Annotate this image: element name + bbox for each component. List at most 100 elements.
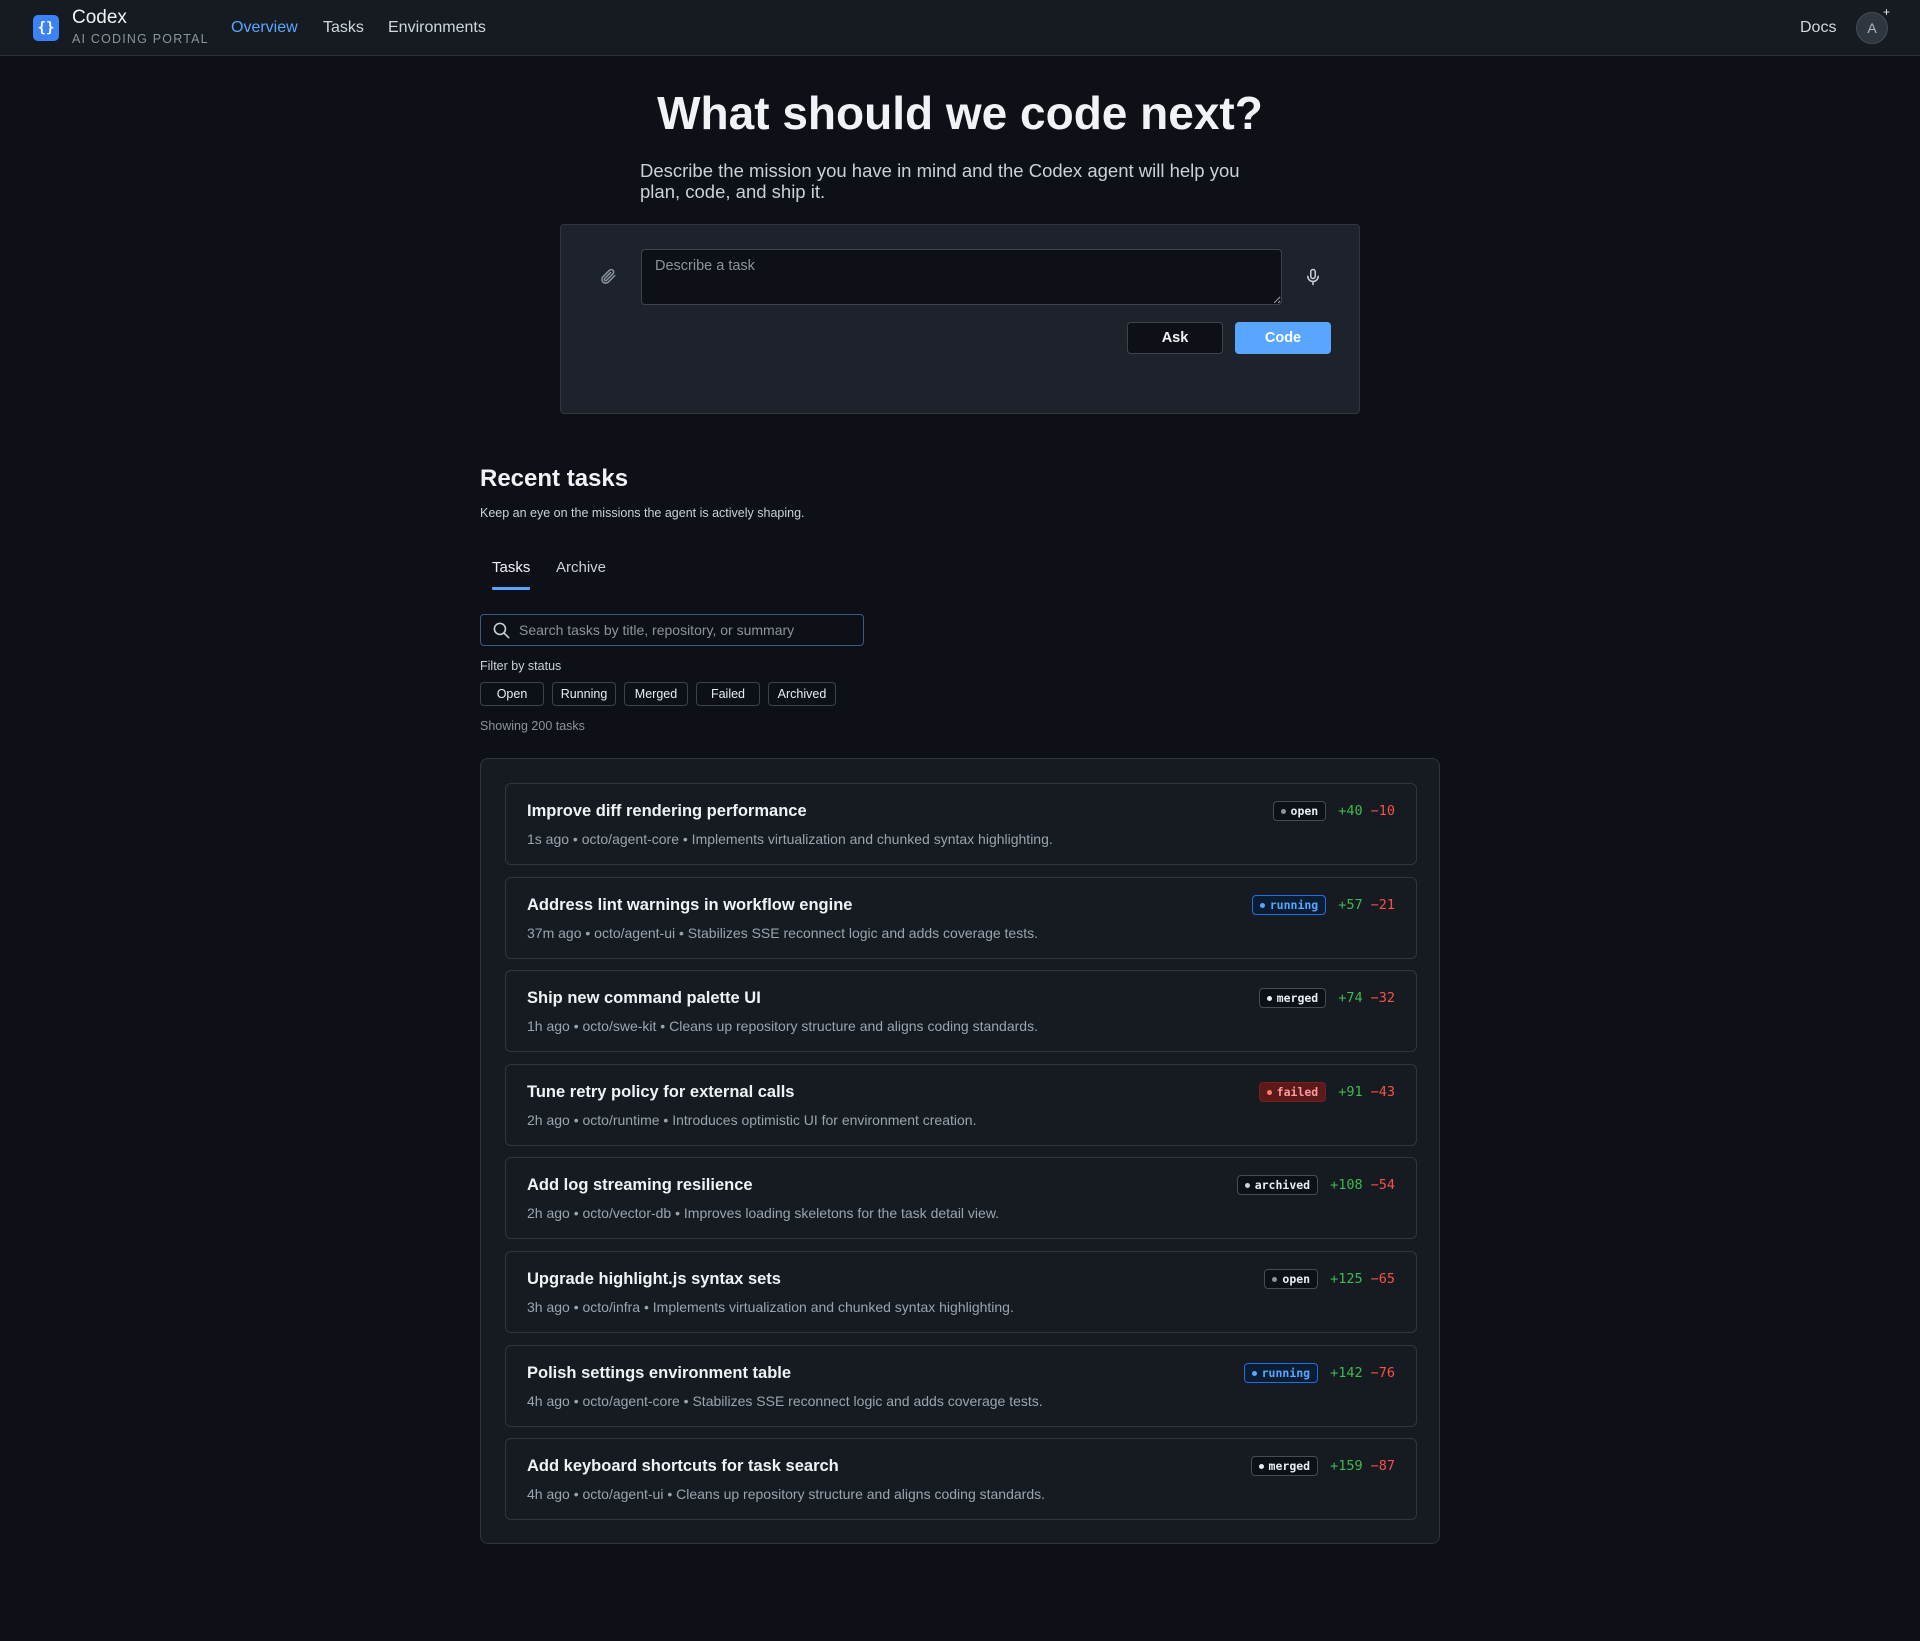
task-description-input[interactable]	[641, 249, 1282, 305]
codex-logo-icon[interactable]: {}	[33, 15, 59, 41]
active-tab-indicator	[492, 587, 530, 590]
status-badge: merged	[1258, 988, 1327, 1008]
task-card[interactable]: Add log streaming resilience 2h ago • oc…	[505, 1157, 1417, 1239]
status-badge: running	[1251, 895, 1327, 915]
task-search-input[interactable]	[519, 615, 859, 645]
diff-stats: +91 −43	[1338, 1084, 1395, 1100]
filter-running-chip[interactable]: Running	[552, 682, 616, 706]
task-list-panel: Improve diff rendering performance 1s ag…	[480, 758, 1440, 1544]
code-button[interactable]: Code	[1235, 322, 1331, 354]
task-title: Add log streaming resilience	[527, 1176, 753, 1194]
status-badge: merged	[1250, 1456, 1319, 1476]
diff-stats: +108 −54	[1330, 1177, 1395, 1193]
status-text: running	[1269, 898, 1319, 912]
task-card[interactable]: Polish settings environment table 4h ago…	[505, 1345, 1417, 1427]
additions: +91	[1338, 1084, 1363, 1100]
status-text: failed	[1276, 1085, 1319, 1099]
task-card[interactable]: Improve diff rendering performance 1s ag…	[505, 783, 1417, 865]
task-meta: 1s ago • octo/agent-core • Implements vi…	[527, 831, 1053, 847]
status-dot-icon	[1258, 1463, 1264, 1469]
microphone-icon[interactable]	[1304, 267, 1322, 287]
recent-tasks-subtitle: Keep an eye on the missions the agent is…	[480, 506, 805, 520]
status-dot-icon	[1259, 902, 1265, 908]
status-dot-icon	[1266, 1089, 1272, 1095]
task-title: Ship new command palette UI	[527, 989, 761, 1007]
diff-stats: +142 −76	[1330, 1365, 1395, 1381]
status-dot-icon	[1266, 995, 1272, 1001]
status-badge: archived	[1236, 1175, 1319, 1195]
task-card[interactable]: Ship new command palette UI 1h ago • oct…	[505, 970, 1417, 1052]
status-badge: running	[1243, 1363, 1319, 1383]
additions: +57	[1338, 897, 1363, 913]
status-text: merged	[1276, 991, 1319, 1005]
filter-failed-chip[interactable]: Failed	[696, 682, 760, 706]
task-card[interactable]: Address lint warnings in workflow engine…	[505, 877, 1417, 959]
filter-open-chip[interactable]: Open	[480, 682, 544, 706]
tab-tasks[interactable]: Tasks	[492, 559, 530, 576]
task-meta: 37m ago • octo/agent-ui • Stabilizes SSE…	[527, 925, 1038, 941]
paperclip-icon[interactable]	[599, 267, 617, 285]
task-card[interactable]: Add keyboard shortcuts for task search 4…	[505, 1438, 1417, 1520]
status-dot-icon	[1272, 1276, 1278, 1282]
deletions: −32	[1370, 990, 1395, 1006]
task-title: Improve diff rendering performance	[527, 802, 807, 820]
avatar-plus-icon: +	[1883, 5, 1891, 19]
nav-environments[interactable]: Environments	[388, 19, 486, 37]
task-title: Add keyboard shortcuts for task search	[527, 1457, 839, 1475]
deletions: −21	[1370, 897, 1395, 913]
additions: +159	[1330, 1458, 1363, 1474]
deletions: −76	[1370, 1365, 1395, 1381]
task-card[interactable]: Tune retry policy for external calls 2h …	[505, 1064, 1417, 1146]
deletions: −54	[1370, 1177, 1395, 1193]
task-title: Tune retry policy for external calls	[527, 1083, 795, 1101]
diff-stats: +125 −65	[1330, 1271, 1395, 1287]
status-badge: open	[1264, 1269, 1319, 1289]
diff-stats: +159 −87	[1330, 1458, 1395, 1474]
task-meta: 1h ago • octo/swe-kit • Cleans up reposi…	[527, 1018, 1038, 1034]
additions: +40	[1338, 803, 1363, 819]
task-card[interactable]: Upgrade highlight.js syntax sets 3h ago …	[505, 1251, 1417, 1333]
tab-archive[interactable]: Archive	[556, 559, 606, 576]
search-icon	[493, 622, 510, 639]
status-dot-icon	[1244, 1182, 1250, 1188]
additions: +125	[1330, 1271, 1363, 1287]
task-composer: Ask Code	[560, 224, 1360, 414]
ask-button[interactable]: Ask	[1127, 322, 1223, 354]
task-search-box[interactable]	[480, 614, 864, 646]
task-meta: 3h ago • octo/infra • Implements virtual…	[527, 1299, 1014, 1315]
status-text: archived	[1254, 1178, 1311, 1192]
task-title: Upgrade highlight.js syntax sets	[527, 1270, 781, 1288]
status-text: open	[1282, 1272, 1311, 1286]
nav-tasks[interactable]: Tasks	[323, 19, 364, 37]
status-text: merged	[1268, 1459, 1311, 1473]
status-dot-icon	[1280, 808, 1286, 814]
status-badge: open	[1272, 801, 1327, 821]
filter-archived-chip[interactable]: Archived	[768, 682, 836, 706]
task-title: Address lint warnings in workflow engine	[527, 896, 853, 914]
additions: +142	[1330, 1365, 1363, 1381]
task-meta: 2h ago • octo/vector-db • Improves loadi…	[527, 1205, 1000, 1221]
task-meta: 4h ago • octo/agent-core • Stabilizes SS…	[527, 1393, 1043, 1409]
task-title: Polish settings environment table	[527, 1364, 792, 1382]
status-text: open	[1290, 804, 1319, 818]
brand-subtitle: AI CODING PORTAL	[72, 32, 209, 46]
deletions: −87	[1370, 1458, 1395, 1474]
task-count: Showing 200 tasks	[480, 719, 585, 733]
filter-merged-chip[interactable]: Merged	[624, 682, 688, 706]
recent-tasks-title: Recent tasks	[480, 465, 629, 492]
task-meta: 2h ago • octo/runtime • Introduces optim…	[527, 1112, 977, 1128]
top-navigation-bar: {} Codex AI CODING PORTAL Overview Tasks…	[0, 0, 1920, 56]
deletions: −10	[1370, 803, 1395, 819]
status-text: running	[1261, 1366, 1311, 1380]
filter-label: Filter by status	[480, 659, 562, 673]
diff-stats: +57 −21	[1338, 897, 1395, 913]
hero-subtitle: Describe the mission you have in mind an…	[640, 160, 1240, 202]
brand-name: Codex	[72, 7, 127, 28]
task-meta: 4h ago • octo/agent-ui • Cleans up repos…	[527, 1486, 1045, 1502]
nav-docs[interactable]: Docs	[1800, 19, 1836, 37]
nav-overview[interactable]: Overview	[231, 19, 298, 37]
status-dot-icon	[1251, 1370, 1257, 1376]
additions: +108	[1330, 1177, 1363, 1193]
diff-stats: +74 −32	[1338, 990, 1395, 1006]
additions: +74	[1338, 990, 1363, 1006]
